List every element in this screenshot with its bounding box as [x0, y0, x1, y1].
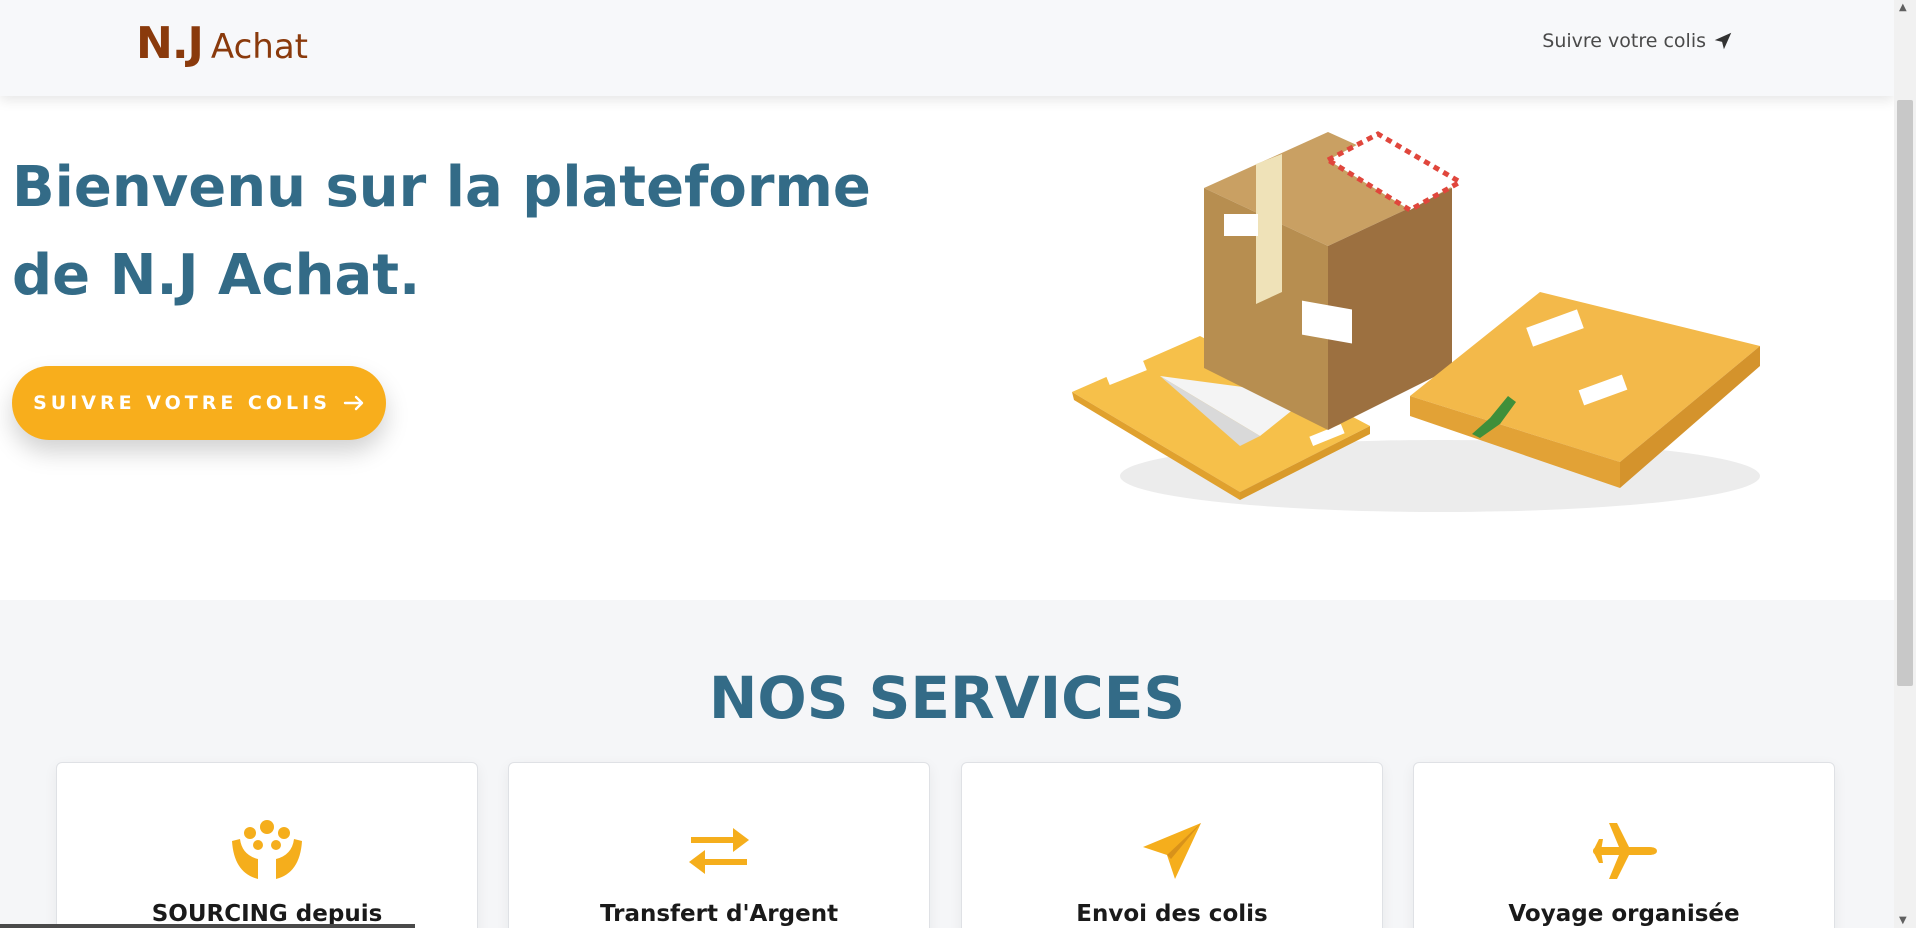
people-group-icon — [227, 819, 307, 883]
track-parcel-button-label: SUIVRE VOTRE COLIS — [33, 392, 331, 414]
service-card-parcel-shipping[interactable]: Envoi des colis — [961, 762, 1383, 928]
arrow-right-icon — [343, 395, 364, 411]
site-header: N.J Achat Suivre votre colis — [0, 0, 1894, 96]
service-card-sourcing[interactable]: SOURCING depuis — [56, 762, 478, 928]
paper-plane-icon — [1132, 819, 1212, 883]
logo-achat-text: Achat — [210, 27, 308, 67]
service-card-money-transfer[interactable]: Transfert d'Argent — [508, 762, 930, 928]
paper-plane-icon — [1714, 32, 1732, 50]
parcels-illustration — [1072, 131, 1760, 512]
site-logo[interactable]: N.J Achat — [136, 18, 308, 69]
bottom-divider — [0, 924, 415, 928]
services-section: NOS SERVICES SOURCING depuis Transfert d… — [0, 600, 1894, 928]
logo-nj-text: N.J — [136, 18, 204, 69]
services-title: NOS SERVICES — [708, 664, 1186, 732]
service-label: Envoi des colis — [1076, 901, 1268, 927]
scroll-thumb[interactable] — [1897, 100, 1913, 686]
scroll-down-icon[interactable]: ▼ — [1899, 915, 1907, 926]
track-parcel-button[interactable]: SUIVRE VOTRE COLIS — [12, 366, 386, 440]
page-scrollbar[interactable]: ▲ ▼ — [1894, 0, 1916, 928]
service-card-organized-travel[interactable]: Voyage organisée — [1413, 762, 1835, 928]
service-label: Transfert d'Argent — [599, 901, 839, 927]
hero-section: Bienvenu sur la plateforme de N.J Achat.… — [0, 96, 1894, 600]
hero-title: Bienvenu sur la plateforme de N.J Achat. — [12, 155, 871, 308]
scroll-up-icon[interactable]: ▲ — [1899, 2, 1907, 13]
exchange-arrows-icon — [679, 819, 759, 883]
track-parcel-label: Suivre votre colis — [1542, 30, 1706, 52]
track-parcel-link[interactable]: Suivre votre colis — [1542, 30, 1734, 52]
airplane-icon — [1584, 819, 1664, 883]
service-label: Voyage organisée — [1508, 901, 1740, 927]
